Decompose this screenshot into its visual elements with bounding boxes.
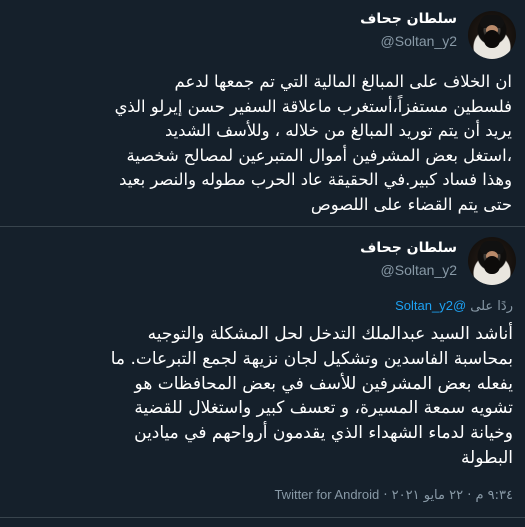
tweet-timestamp[interactable]: ٩:٣٤ م · ٢٢ مايو ٢٠٢١ (392, 488, 513, 503)
tweet-line: ان الخلاف على المبالغ المالية التي تم جم… (174, 72, 512, 91)
tweet-line: حتى يتم القضاء على اللصوص (310, 194, 512, 214)
tweet-source[interactable]: Twitter for Android (274, 487, 379, 502)
author-handle[interactable]: @Soltan_y2 (381, 262, 457, 278)
bottom-divider (0, 517, 525, 518)
tweet-line: يفعله بعض المشرفين للأسف في بعض المحافظا… (134, 373, 513, 394)
tweet-line: فلسطين مستفزاً،أستغرب ماعلاقة السفير حسن… (114, 96, 512, 116)
tweet-line: وخيانة لدماء الشهداء الذي يقدمون أرواحهم… (134, 423, 513, 444)
tweet-divider (0, 226, 525, 227)
tweet-text: أناشد السيد عبدالملك التدخل لحل المشكلة … (7, 322, 513, 471)
tweet-line: البطولة (460, 447, 513, 468)
avatar[interactable] (468, 11, 516, 59)
avatar[interactable] (468, 237, 516, 285)
avatar-beard (484, 256, 500, 274)
tweet-line: ،استغل بعض المشرفين أموال المتبرعين لمصا… (126, 145, 512, 165)
author-name[interactable]: سلطان جحاف (360, 11, 457, 27)
replying-to-label: ردًا على (470, 299, 513, 314)
tweet-text: ان الخلاف على المبالغ المالية التي تم جم… (7, 70, 512, 217)
author-handle[interactable]: @Soltan_y2 (381, 33, 457, 49)
avatar-beard (484, 30, 500, 48)
replying-to-handle[interactable]: @Soltan_y2 (395, 298, 466, 313)
tweet-line: وهذا فساد كبير.في الحقيقة عاد الحرب مطول… (119, 170, 512, 189)
replying-to: ردًا على @Soltan_y2 (395, 298, 513, 314)
tweet-line: بمحاسبة الفاسدين وتشكيل لجان نزيهة لجمع … (110, 348, 513, 369)
tweet-meta: ٩:٣٤ م · ٢٢ مايو ٢٠٢١ · Twitter for Andr… (274, 487, 513, 503)
tweet-line: تشويه سمعة المسيرة، و تعسف كبير واستغلال… (134, 398, 513, 419)
tweet-line: أناشد السيد عبدالملك التدخل لحل المشكلة … (147, 324, 513, 344)
meta-separator: · (383, 488, 388, 503)
author-name[interactable]: سلطان جحاف (360, 240, 457, 256)
tweet-line: يريد أن يتم توريد المبالغ من خلاله ، ولل… (164, 121, 512, 140)
